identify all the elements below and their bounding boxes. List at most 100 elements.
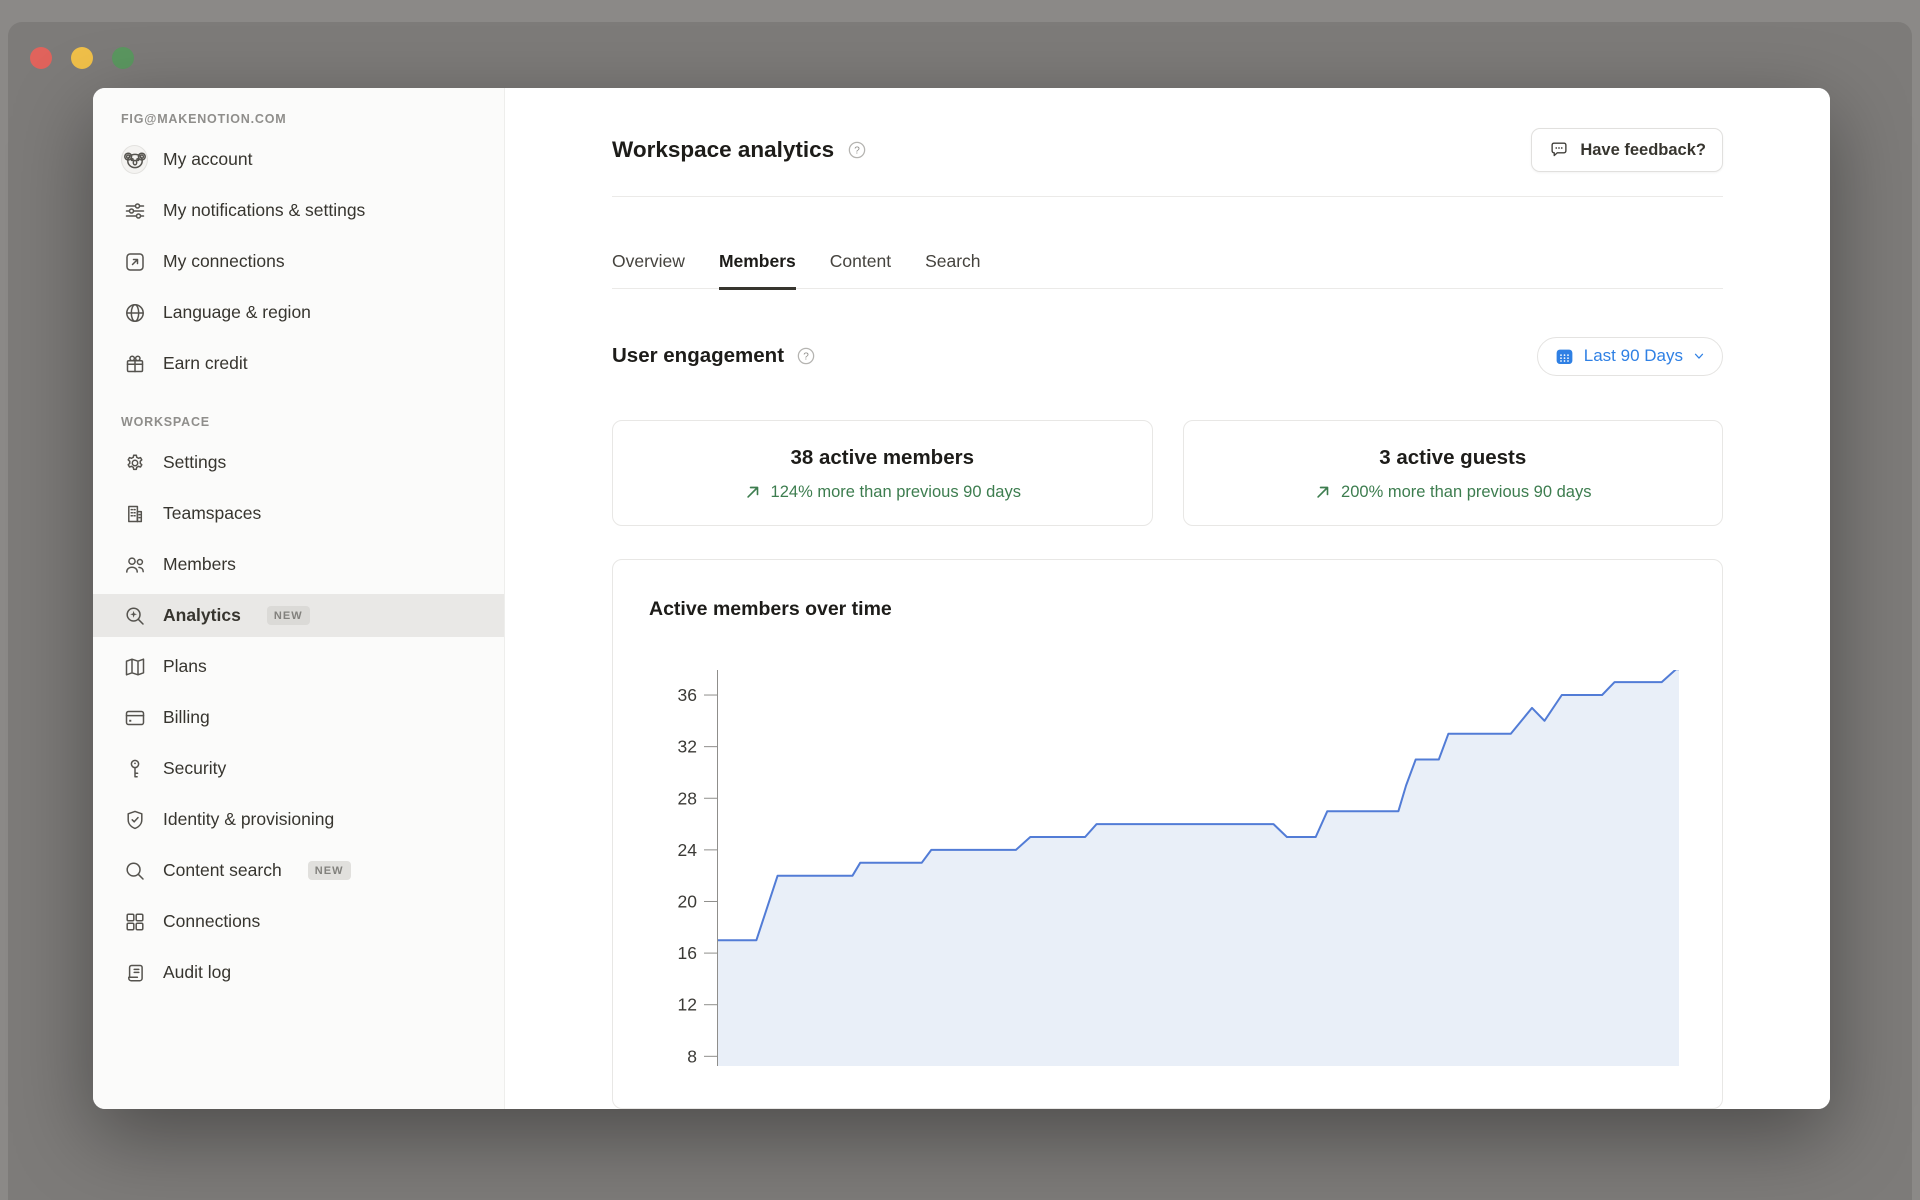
sidebar-item-content-search[interactable]: Content search NEW <box>93 849 504 892</box>
sidebar-item-connections[interactable]: Connections <box>93 900 504 943</box>
active-members-value: 38 active members <box>623 446 1142 470</box>
scroll-icon <box>121 959 148 986</box>
y-tick-label: 20 <box>678 891 698 911</box>
settings-sidebar: FIG@MAKENOTION.COM My account <box>93 88 505 1109</box>
help-icon[interactable]: ? <box>847 140 867 160</box>
sidebar-item-label: Content search <box>163 859 282 883</box>
chevron-down-icon <box>1692 349 1706 363</box>
have-feedback-button[interactable]: Have feedback? <box>1531 128 1723 172</box>
svg-text:?: ? <box>854 146 860 157</box>
sliders-icon <box>121 197 148 224</box>
sidebar-item-label: My notifications & settings <box>163 199 365 223</box>
sidebar-item-label: Identity & provisioning <box>163 808 334 832</box>
chat-bubble-icon <box>1548 139 1570 161</box>
tab-members[interactable]: Members <box>719 251 796 290</box>
sidebar-item-security[interactable]: Security <box>93 747 504 790</box>
building-icon <box>121 500 148 527</box>
sidebar-item-teamspaces[interactable]: Teamspaces <box>93 492 504 535</box>
active-members-card: 38 active members 124% more than previou… <box>612 420 1153 526</box>
sidebar-item-label: Audit log <box>163 961 231 985</box>
credit-card-icon <box>121 704 148 731</box>
sidebar-item-label: Settings <box>163 451 226 475</box>
sidebar-item-analytics[interactable]: Analytics NEW <box>93 594 504 637</box>
sidebar-item-label: Language & region <box>163 301 311 325</box>
chart-area-fill <box>718 670 1679 1066</box>
sidebar-item-label: Analytics <box>163 604 241 628</box>
arrow-up-right-square-icon <box>121 248 148 275</box>
sidebar-item-notifications-settings[interactable]: My notifications & settings <box>93 189 504 232</box>
analytics-tabs: Overview Members Content Search <box>612 251 1723 289</box>
user-engagement-header: User engagement ? Last 90 Days <box>612 337 1723 376</box>
active-members-chart: 36 32 28 24 20 16 12 8 <box>613 670 1724 1066</box>
section-title: User engagement <box>612 344 784 368</box>
stat-cards: 38 active members 124% more than previou… <box>612 420 1723 526</box>
y-tick-label: 28 <box>678 788 697 808</box>
sidebar-item-label: Earn credit <box>163 352 248 376</box>
map-icon <box>121 653 148 680</box>
feedback-button-label: Have feedback? <box>1580 141 1706 160</box>
date-range-dropdown[interactable]: Last 90 Days <box>1537 337 1723 376</box>
new-badge: NEW <box>267 606 310 625</box>
tab-overview[interactable]: Overview <box>612 251 685 290</box>
svg-text:?: ? <box>803 352 809 363</box>
help-icon[interactable]: ? <box>796 346 816 366</box>
settings-modal: FIG@MAKENOTION.COM My account <box>93 88 1830 1109</box>
globe-icon <box>121 299 148 326</box>
workspace-section-label: WORKSPACE <box>121 415 504 429</box>
chart-title: Active members over time <box>649 598 1686 621</box>
y-tick-label: 12 <box>678 995 697 1015</box>
key-icon <box>121 755 148 782</box>
tab-search[interactable]: Search <box>925 251 980 290</box>
sidebar-item-label: Teamspaces <box>163 502 261 526</box>
new-badge: NEW <box>308 861 351 880</box>
sidebar-item-label: My account <box>163 148 252 172</box>
sidebar-item-label: Connections <box>163 910 260 934</box>
close-window-button[interactable] <box>30 47 52 69</box>
zoom-window-button[interactable] <box>112 47 134 69</box>
sidebar-item-plans[interactable]: Plans <box>93 645 504 688</box>
people-icon <box>121 551 148 578</box>
sidebar-item-label: My connections <box>163 250 285 274</box>
tab-content[interactable]: Content <box>830 251 891 290</box>
sidebar-item-identity-provisioning[interactable]: Identity & provisioning <box>93 798 504 841</box>
trend-up-icon <box>1314 483 1332 501</box>
page-header: Workspace analytics ? Have feedback? <box>612 128 1723 172</box>
analytics-main: Workspace analytics ? Have feedback? <box>505 88 1830 1109</box>
sidebar-item-earn-credit[interactable]: Earn credit <box>93 342 504 385</box>
sidebar-item-my-connections[interactable]: My connections <box>93 240 504 283</box>
date-range-label: Last 90 Days <box>1584 346 1683 366</box>
active-members-delta: 124% more than previous 90 days <box>771 483 1021 502</box>
y-tick-label: 36 <box>678 685 697 705</box>
sidebar-item-audit-log[interactable]: Audit log <box>93 951 504 994</box>
gift-icon <box>121 350 148 377</box>
active-guests-card: 3 active guests 200% more than previous … <box>1183 420 1724 526</box>
calendar-icon <box>1554 346 1575 367</box>
magnifier-icon <box>121 857 148 884</box>
sidebar-item-members[interactable]: Members <box>93 543 504 586</box>
account-section-label: FIG@MAKENOTION.COM <box>121 112 504 126</box>
sidebar-item-billing[interactable]: Billing <box>93 696 504 739</box>
sidebar-item-my-account[interactable]: My account <box>93 138 504 181</box>
sidebar-item-label: Plans <box>163 655 207 679</box>
sidebar-item-label: Billing <box>163 706 210 730</box>
sidebar-item-label: Security <box>163 757 226 781</box>
active-members-chart-card: Active members over time 36 32 28 24 20 16 12 8 <box>612 559 1723 1109</box>
sidebar-item-label: Members <box>163 553 236 577</box>
y-tick-label: 16 <box>678 943 697 963</box>
koala-avatar <box>121 146 148 173</box>
gear-icon <box>121 449 148 476</box>
trend-up-icon <box>744 483 762 501</box>
sidebar-item-language-region[interactable]: Language & region <box>93 291 504 334</box>
page-title: Workspace analytics <box>612 137 834 163</box>
y-tick-label: 8 <box>687 1046 697 1066</box>
y-tick-label: 24 <box>678 840 698 860</box>
header-divider <box>612 196 1723 197</box>
grid-icon <box>121 908 148 935</box>
shield-check-icon <box>121 806 148 833</box>
app-window: FIG@MAKENOTION.COM My account <box>8 22 1912 1200</box>
y-tick-label: 32 <box>678 737 697 757</box>
sidebar-item-settings[interactable]: Settings <box>93 441 504 484</box>
minimize-window-button[interactable] <box>71 47 93 69</box>
active-guests-value: 3 active guests <box>1194 446 1713 470</box>
active-guests-delta: 200% more than previous 90 days <box>1341 483 1591 502</box>
